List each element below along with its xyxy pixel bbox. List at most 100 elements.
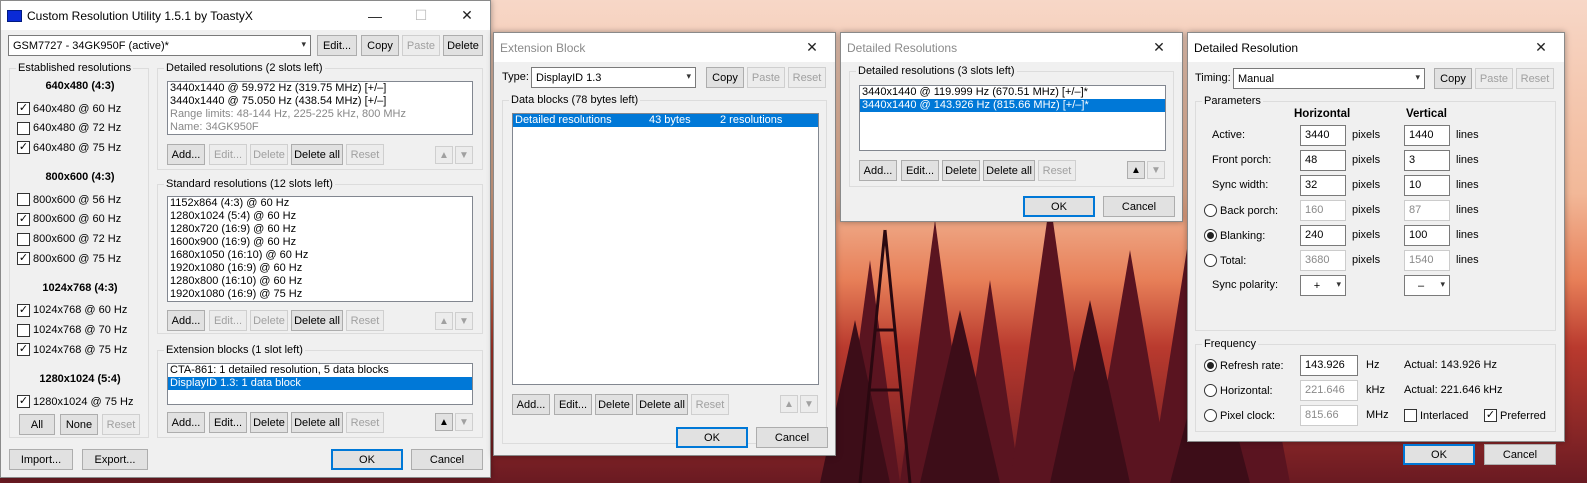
horizontal-input[interactable]: 160 [1300,200,1346,221]
vertical-input[interactable]: 1440 [1404,125,1450,146]
close-icon[interactable]: ✕ [444,1,490,30]
paste-button[interactable]: Paste [747,67,785,88]
horizontal-input[interactable]: 240 [1300,225,1346,246]
close-icon[interactable]: ✕ [789,33,835,62]
established-checkbox[interactable]: ✓ 800x600 @ 75 Hz [17,252,121,266]
extension-add-button[interactable]: Add... [167,412,205,433]
list-item[interactable]: 1152x864 (4:3) @ 60 Hz [168,197,472,210]
paste-button[interactable]: Paste [402,35,440,56]
detailed-edit-button[interactable]: Edit... [209,144,247,165]
list-item[interactable]: 3440x1440 @ 59.972 Hz (319.75 MHz) [+/–] [168,82,472,95]
arrow-down-icon[interactable]: ▼ [455,146,473,164]
pixel-clock-radio[interactable]: Pixel clock: [1204,409,1275,422]
reset-button[interactable]: Reset [1038,160,1076,181]
list-item-selected[interactable]: 3440x1440 @ 143.926 Hz (815.66 MHz) [+/–… [860,99,1165,112]
list-item-selected[interactable]: Detailed resolutions 43 bytes 2 resoluti… [513,114,818,127]
list-item[interactable]: 1600x900 (16:9) @ 60 Hz [168,236,472,249]
extension-delete-all-button[interactable]: Delete all [291,412,343,433]
horizontal-input[interactable]: 32 [1300,175,1346,196]
standard-delete-all-button[interactable]: Delete all [291,310,343,331]
standard-edit-button[interactable]: Edit... [209,310,247,331]
reset-button[interactable]: Reset [1516,68,1554,89]
sync-polarity-h-select[interactable]: + ▾ [1300,275,1346,296]
established-checkbox[interactable]: 800x600 @ 56 Hz [17,193,121,207]
edit-button[interactable]: Edit... [901,160,939,181]
extension-reset-button[interactable]: Reset [346,412,384,433]
established-checkbox[interactable]: ✓ 1024x768 @ 60 Hz [17,303,127,317]
arrow-down-icon[interactable]: ▼ [455,413,473,431]
delete-button[interactable]: Delete [595,394,633,415]
param-radio[interactable]: Back porch: [1204,204,1278,217]
list-item[interactable]: 1280x1024 (5:4) @ 60 Hz [168,210,472,223]
established-checkbox[interactable]: 640x480 @ 72 Hz [17,121,121,135]
refresh-rate-input[interactable]: 143.926 [1300,355,1358,376]
standard-reset-button[interactable]: Reset [346,310,384,331]
arrow-up-icon[interactable]: ▲ [1127,161,1145,179]
list-item[interactable]: 1280x720 (16:9) @ 60 Hz [168,223,472,236]
pixel-clock-input[interactable]: 815.66 [1300,405,1358,426]
arrow-down-icon[interactable]: ▼ [455,312,473,330]
import-button[interactable]: Import... [9,449,73,470]
refresh-rate-radio[interactable]: Refresh rate: [1204,359,1284,372]
paste-button[interactable]: Paste [1475,68,1513,89]
list-item[interactable]: 3440x1440 @ 119.999 Hz (670.51 MHz) [+/–… [860,86,1165,99]
established-checkbox[interactable]: ✓ 640x480 @ 60 Hz [17,102,121,115]
data-blocks-list[interactable]: Detailed resolutions 43 bytes 2 resoluti… [512,113,819,385]
ok-button[interactable]: OK [1403,444,1475,465]
minimize-icon[interactable]: — [352,1,398,30]
cancel-button[interactable]: Cancel [1484,444,1556,465]
detailed-list[interactable]: 3440x1440 @ 59.972 Hz (319.75 MHz) [+/–]… [167,81,473,135]
interlaced-checkbox[interactable]: Interlaced [1404,409,1468,422]
horizontal-input[interactable]: 3440 [1300,125,1346,146]
standard-add-button[interactable]: Add... [167,310,205,331]
list-item[interactable]: 3440x1440 @ 75.050 Hz (438.54 MHz) [+/–] [168,95,472,108]
timing-select[interactable]: Manual ▾ [1233,68,1425,89]
delete-button[interactable]: Delete [942,160,980,181]
export-button[interactable]: Export... [82,449,148,470]
copy-button[interactable]: Copy [1434,68,1472,89]
vertical-input[interactable]: 1540 [1404,250,1450,271]
list-item[interactable]: 1280x800 (16:10) @ 60 Hz [168,275,472,288]
copy-button[interactable]: Copy [706,67,744,88]
list-item[interactable]: CTA-861: 1 detailed resolution, 5 data b… [168,364,472,377]
established-checkbox[interactable]: ✓ 800x600 @ 60 Hz [17,212,121,226]
standard-list[interactable]: 1152x864 (4:3) @ 60 Hz 1280x1024 (5:4) @… [167,196,473,302]
established-checkbox[interactable]: ✓ 640x480 @ 75 Hz [17,141,121,155]
close-icon[interactable]: ✕ [1136,33,1182,62]
all-button[interactable]: All [19,414,55,435]
arrow-up-icon[interactable]: ▲ [780,395,798,413]
standard-delete-button[interactable]: Delete [250,310,288,331]
extension-edit-button[interactable]: Edit... [209,412,247,433]
arrow-up-icon[interactable]: ▲ [435,146,453,164]
param-radio[interactable]: Blanking: [1204,229,1265,242]
type-select[interactable]: DisplayID 1.3 ▾ [531,67,696,88]
arrow-down-icon[interactable]: ▼ [800,395,818,413]
established-checkbox[interactable]: ✓ 1280x1024 @ 75 Hz [17,395,133,408]
arrow-up-icon[interactable]: ▲ [435,413,453,431]
horizontal-input[interactable]: 3680 [1300,250,1346,271]
vertical-input[interactable]: 3 [1404,150,1450,171]
established-checkbox[interactable]: 1024x768 @ 70 Hz [17,323,127,337]
list-item[interactable]: Range limits: 48-144 Hz, 225-225 kHz, 80… [168,108,472,121]
list-item[interactable]: 1920x1080 (16:9) @ 75 Hz [168,288,472,301]
established-checkbox[interactable]: ✓ 1024x768 @ 75 Hz [17,343,127,357]
ok-button[interactable]: OK [331,449,403,470]
sync-polarity-v-select[interactable]: – ▾ [1404,275,1450,296]
detailed-resolutions-list[interactable]: 3440x1440 @ 119.999 Hz (670.51 MHz) [+/–… [859,85,1166,151]
cancel-button[interactable]: Cancel [1103,196,1175,217]
param-radio[interactable]: Total: [1204,254,1246,267]
delete-button[interactable]: Delete [443,35,483,56]
reset-button[interactable]: Reset [788,67,826,88]
none-button[interactable]: None [60,414,98,435]
delete-all-button[interactable]: Delete all [636,394,688,415]
list-item[interactable]: 1920x1080 (16:9) @ 60 Hz [168,262,472,275]
detailed-add-button[interactable]: Add... [167,144,205,165]
cancel-button[interactable]: Cancel [411,449,483,470]
add-button[interactable]: Add... [859,160,897,181]
preferred-checkbox[interactable]: ✓ Preferred [1484,409,1546,422]
list-item-selected[interactable]: DisplayID 1.3: 1 data block [168,377,472,390]
vertical-input[interactable]: 10 [1404,175,1450,196]
cancel-button[interactable]: Cancel [756,427,828,448]
edit-button[interactable]: Edit... [317,35,357,56]
extension-list[interactable]: CTA-861: 1 detailed resolution, 5 data b… [167,363,473,405]
